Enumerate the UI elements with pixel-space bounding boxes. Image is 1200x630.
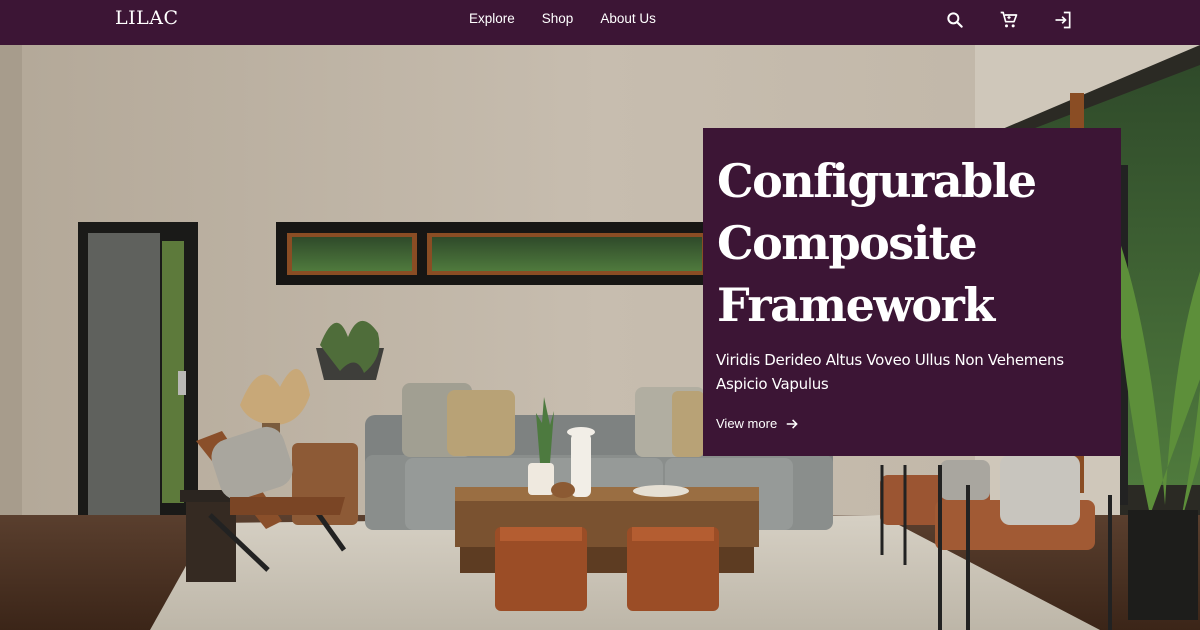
nav-item-explore[interactable]: Explore bbox=[469, 11, 515, 26]
site-header: LILAC Explore Shop About Us bbox=[0, 0, 1200, 45]
view-more-label: View more bbox=[716, 416, 778, 431]
view-more-link[interactable]: View more bbox=[716, 416, 799, 431]
promo-card: Configurable Composite Framework Viridis… bbox=[703, 128, 1121, 456]
nav-item-about-us[interactable]: About Us bbox=[600, 11, 656, 26]
login-icon bbox=[1055, 11, 1071, 29]
search-icon bbox=[947, 12, 963, 28]
promo-title: Configurable Composite Framework bbox=[717, 154, 1037, 332]
cart-icon bbox=[1000, 11, 1018, 28]
login-button[interactable] bbox=[1052, 9, 1074, 31]
search-button[interactable] bbox=[944, 9, 966, 31]
nav-item-shop[interactable]: Shop bbox=[542, 11, 574, 26]
promo-subtitle: Viridis Derideo Altus Voveo Ullus Non Ve… bbox=[716, 351, 1064, 393]
main-nav: Explore Shop About Us bbox=[469, 11, 683, 26]
brand-logo[interactable]: LILAC bbox=[115, 7, 179, 29]
hero-section: Configurable Composite Framework Viridis… bbox=[0, 45, 1200, 630]
cart-button[interactable] bbox=[998, 9, 1020, 31]
arrow-right-icon bbox=[786, 418, 798, 429]
